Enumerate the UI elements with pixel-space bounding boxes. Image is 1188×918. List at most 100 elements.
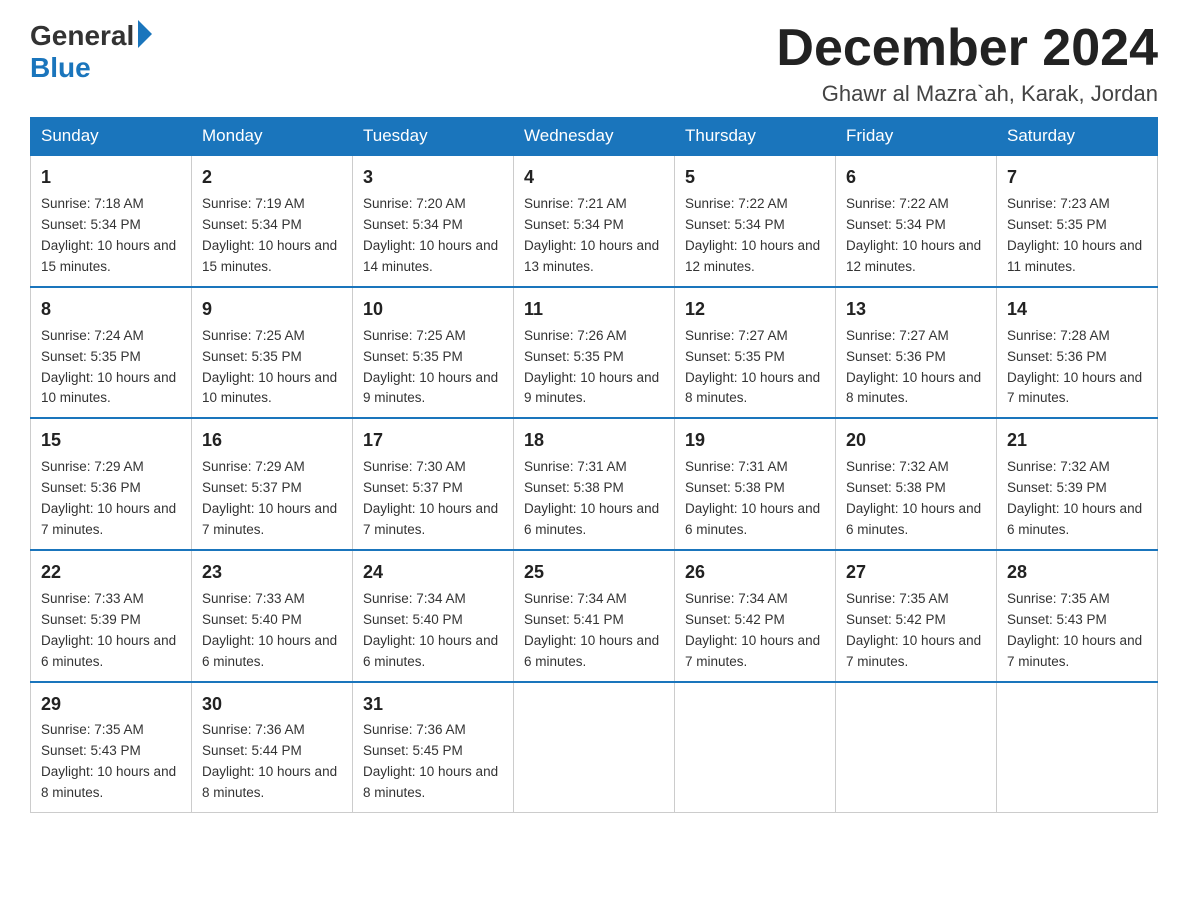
- sunrise-label: Sunrise: 7:26 AM: [524, 328, 627, 343]
- sunset-label: Sunset: 5:36 PM: [846, 349, 946, 364]
- daylight-label: Daylight: 10 hours and 6 minutes.: [202, 633, 337, 669]
- day-number: 8: [41, 296, 181, 324]
- table-row: 14 Sunrise: 7:28 AM Sunset: 5:36 PM Dayligh…: [997, 287, 1158, 419]
- daylight-label: Daylight: 10 hours and 10 minutes.: [202, 370, 337, 406]
- day-number: 27: [846, 559, 986, 587]
- daylight-label: Daylight: 10 hours and 11 minutes.: [1007, 238, 1142, 274]
- sunrise-label: Sunrise: 7:21 AM: [524, 196, 627, 211]
- table-row: 17Sunrise: 7:30 AMSunset: 5:37 PMDayligh…: [353, 418, 514, 550]
- day-number: 4: [524, 164, 664, 192]
- day-number: 9: [202, 296, 342, 324]
- table-row: 24Sunrise: 7:34 AMSunset: 5:40 PMDayligh…: [353, 550, 514, 682]
- sunrise-label: Sunrise: 7:36 AM: [202, 722, 305, 737]
- day-number: 29: [41, 691, 181, 719]
- table-row: 25Sunrise: 7:34 AMSunset: 5:41 PMDayligh…: [514, 550, 675, 682]
- calendar-week-row: 29 Sunrise: 7:35 AM Sunset: 5:43 PM Dayligh…: [31, 682, 1158, 813]
- sunset-label: Sunset: 5:35 PM: [363, 349, 463, 364]
- sunset-label: Sunset: 5:45 PM: [363, 743, 463, 758]
- sunrise-label: Sunrise: 7:22 AM: [846, 196, 949, 211]
- sunrise-label: Sunrise: 7:35 AM: [41, 722, 144, 737]
- sunrise-label: Sunrise: 7:32 AM: [846, 459, 949, 474]
- sunrise-label: Sunrise: 7:25 AM: [363, 328, 466, 343]
- table-row: [514, 682, 675, 813]
- sunrise-label: Sunrise: 7:29 AM: [202, 459, 305, 474]
- daylight-label: Daylight: 10 hours and 8 minutes.: [846, 370, 981, 406]
- sunset-label: Sunset: 5:40 PM: [363, 612, 463, 627]
- sunset-label: Sunset: 5:42 PM: [846, 612, 946, 627]
- sunrise-label: Sunrise: 7:31 AM: [524, 459, 627, 474]
- table-row: 5Sunrise: 7:22 AMSunset: 5:34 PMDaylight…: [675, 155, 836, 287]
- day-number: 14: [1007, 296, 1147, 324]
- sunset-label: Sunset: 5:40 PM: [202, 612, 302, 627]
- header-saturday: Saturday: [997, 118, 1158, 156]
- daylight-label: Daylight: 10 hours and 6 minutes.: [685, 501, 820, 537]
- day-number: 12: [685, 296, 825, 324]
- calendar-table: Sunday Monday Tuesday Wednesday Thursday…: [30, 117, 1158, 813]
- daylight-label: Daylight: 10 hours and 6 minutes.: [846, 501, 981, 537]
- daylight-label: Daylight: 10 hours and 8 minutes.: [363, 764, 498, 800]
- day-number: 21: [1007, 427, 1147, 455]
- sunrise-label: Sunrise: 7:31 AM: [685, 459, 788, 474]
- sunrise-label: Sunrise: 7:33 AM: [41, 591, 144, 606]
- sunset-label: Sunset: 5:42 PM: [685, 612, 785, 627]
- sunset-label: Sunset: 5:36 PM: [41, 480, 141, 495]
- table-row: 18Sunrise: 7:31 AMSunset: 5:38 PMDayligh…: [514, 418, 675, 550]
- sunrise-label: Sunrise: 7:32 AM: [1007, 459, 1110, 474]
- daylight-label: Daylight: 10 hours and 7 minutes.: [685, 633, 820, 669]
- calendar-week-row: 15Sunrise: 7:29 AMSunset: 5:36 PMDayligh…: [31, 418, 1158, 550]
- location-subtitle: Ghawr al Mazra`ah, Karak, Jordan: [776, 81, 1158, 107]
- daylight-label: Daylight: 10 hours and 13 minutes.: [524, 238, 659, 274]
- daylight-label: Daylight: 10 hours and 12 minutes.: [846, 238, 981, 274]
- daylight-label: Daylight: 10 hours and 8 minutes.: [41, 764, 176, 800]
- table-row: 30Sunrise: 7:36 AMSunset: 5:44 PMDayligh…: [192, 682, 353, 813]
- table-row: [836, 682, 997, 813]
- sunrise-label: Sunrise: 7:23 AM: [1007, 196, 1110, 211]
- sunset-label: Sunset: 5:35 PM: [524, 349, 624, 364]
- sunset-label: Sunset: 5:35 PM: [41, 349, 141, 364]
- sunrise-label: Sunrise: 7:29 AM: [41, 459, 144, 474]
- day-number: 22: [41, 559, 181, 587]
- daylight-label: Daylight: 10 hours and 7 minutes.: [363, 501, 498, 537]
- sunrise-label: Sunrise: 7:22 AM: [685, 196, 788, 211]
- table-row: 13Sunrise: 7:27 AMSunset: 5:36 PMDayligh…: [836, 287, 997, 419]
- sunrise-label: Sunrise: 7:27 AM: [846, 328, 949, 343]
- sunset-label: Sunset: 5:35 PM: [202, 349, 302, 364]
- calendar-week-row: 1Sunrise: 7:18 AMSunset: 5:34 PMDaylight…: [31, 155, 1158, 287]
- daylight-label: Daylight: 10 hours and 7 minutes.: [846, 633, 981, 669]
- daylight-label: Daylight: 10 hours and 15 minutes.: [202, 238, 337, 274]
- calendar-header-row: Sunday Monday Tuesday Wednesday Thursday…: [31, 118, 1158, 156]
- table-row: 2Sunrise: 7:19 AMSunset: 5:34 PMDaylight…: [192, 155, 353, 287]
- logo-general-text: General: [30, 20, 134, 52]
- table-row: 10Sunrise: 7:25 AMSunset: 5:35 PMDayligh…: [353, 287, 514, 419]
- day-number: 16: [202, 427, 342, 455]
- table-row: 8Sunrise: 7:24 AMSunset: 5:35 PMDaylight…: [31, 287, 192, 419]
- day-number: 2: [202, 164, 342, 192]
- table-row: 26Sunrise: 7:34 AMSunset: 5:42 PMDayligh…: [675, 550, 836, 682]
- sunrise-label: Sunrise: 7:28 AM: [1007, 328, 1110, 343]
- sunset-label: Sunset: 5:34 PM: [685, 217, 785, 232]
- sunset-label: Sunset: 5:38 PM: [846, 480, 946, 495]
- sunset-label: Sunset: 5:36 PM: [1007, 349, 1107, 364]
- table-row: 1Sunrise: 7:18 AMSunset: 5:34 PMDaylight…: [31, 155, 192, 287]
- month-title: December 2024: [776, 20, 1158, 77]
- daylight-label: Daylight: 10 hours and 6 minutes.: [524, 501, 659, 537]
- header-tuesday: Tuesday: [353, 118, 514, 156]
- page-header: General Blue December 2024 Ghawr al Mazr…: [30, 20, 1158, 107]
- table-row: [997, 682, 1158, 813]
- day-number: 31: [363, 691, 503, 719]
- day-number: 1: [41, 164, 181, 192]
- daylight-label: Daylight: 10 hours and 15 minutes.: [41, 238, 176, 274]
- sunrise-label: Sunrise: 7:25 AM: [202, 328, 305, 343]
- day-number: 17: [363, 427, 503, 455]
- sunset-label: Sunset: 5:43 PM: [41, 743, 141, 758]
- sunrise-label: Sunrise: 7:24 AM: [41, 328, 144, 343]
- day-number: 6: [846, 164, 986, 192]
- daylight-label: Daylight: 10 hours and 6 minutes.: [363, 633, 498, 669]
- logo: General Blue: [30, 20, 152, 84]
- daylight-label: Daylight: 10 hours and 7 minutes.: [1007, 370, 1142, 406]
- daylight-label: Daylight: 10 hours and 7 minutes.: [1007, 633, 1142, 669]
- sunrise-label: Sunrise: 7:34 AM: [524, 591, 627, 606]
- day-number: 30: [202, 691, 342, 719]
- table-row: 23Sunrise: 7:33 AMSunset: 5:40 PMDayligh…: [192, 550, 353, 682]
- daylight-label: Daylight: 10 hours and 7 minutes.: [41, 501, 176, 537]
